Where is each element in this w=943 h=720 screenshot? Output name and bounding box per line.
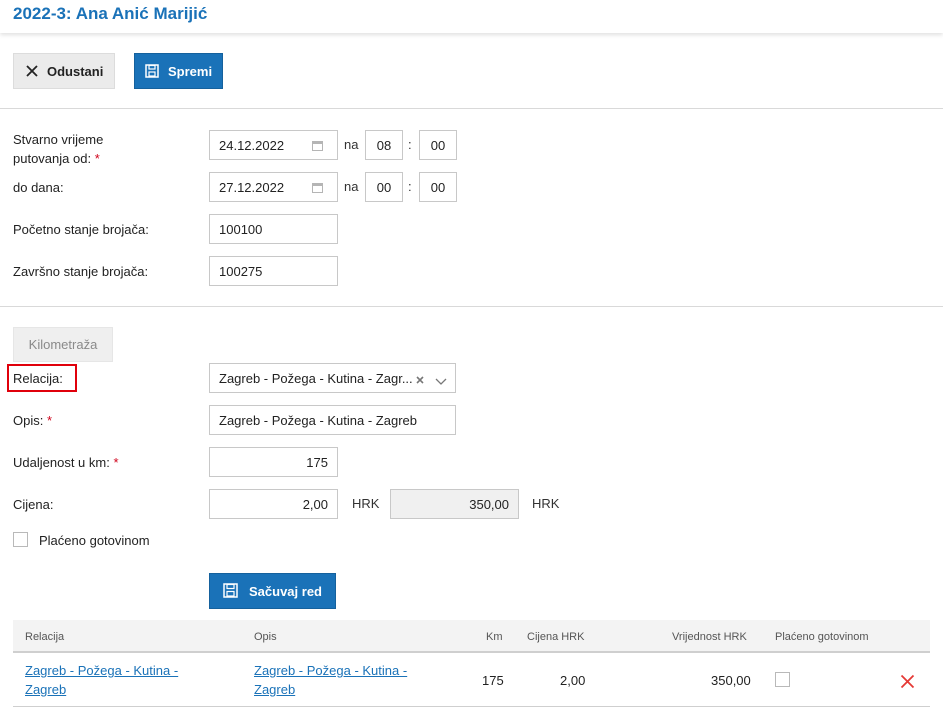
price-label: Cijena:: [13, 497, 54, 512]
cancel-button-label: Odustani: [47, 63, 104, 79]
start-odometer-input[interactable]: 100100: [209, 214, 338, 244]
divider: [0, 306, 943, 307]
description-label-text: Opis:: [13, 413, 44, 428]
relation-link-line2[interactable]: Zagreb: [25, 682, 66, 697]
from-hour-value: 08: [376, 137, 392, 153]
travel-from-label: Stvarno vrijeme putovanja od: *: [13, 130, 103, 168]
close-icon: [24, 63, 40, 79]
description-label: Opis: *: [13, 411, 52, 430]
save-icon: [223, 583, 239, 599]
save-icon: [145, 63, 160, 79]
total-currency: HRK: [532, 496, 560, 511]
from-date-input[interactable]: 24.12.2022: [209, 130, 338, 160]
row-paid-cash-checkbox[interactable]: [775, 672, 790, 687]
to-minute-value: 00: [430, 179, 446, 195]
column-header-placeno: Plaćeno gotovinom: [775, 630, 869, 643]
time-colon: :: [408, 179, 412, 194]
paid-cash-label: Plaćeno gotovinom: [39, 533, 150, 548]
to-hour-value: 00: [376, 179, 392, 195]
end-odometer-value: 100275: [219, 263, 263, 279]
column-header-km: Km: [486, 630, 503, 643]
row-km: 175: [482, 673, 504, 688]
save-row-button[interactable]: Sačuvaj red: [209, 573, 336, 609]
relation-select[interactable]: Zagreb - Požega - Kutina - Zagr...: [209, 363, 456, 393]
paid-cash-checkbox[interactable]: [13, 532, 28, 547]
calendar-icon[interactable]: [312, 141, 323, 151]
from-minute-input[interactable]: 00: [419, 130, 457, 160]
price-value: 2,00: [302, 496, 328, 512]
end-odometer-label: Završno stanje brojača:: [13, 264, 149, 279]
required-mark: *: [46, 413, 53, 428]
save-button-label: Spremi: [168, 63, 213, 79]
distance-label-text: Udaljenost u km:: [13, 455, 110, 470]
page-header: 2022-3: Ana Anić Marijić: [0, 0, 943, 33]
chevron-down-icon[interactable]: [435, 374, 447, 385]
calendar-icon[interactable]: [312, 183, 323, 193]
from-minute-value: 00: [430, 137, 446, 153]
to-minute-input[interactable]: 00: [419, 172, 457, 202]
column-header-opis: Opis: [254, 630, 277, 643]
description-value: Zagreb - Požega - Kutina - Zagreb: [219, 412, 417, 428]
relation-label: Relacija:: [13, 371, 63, 386]
save-button[interactable]: Spremi: [134, 53, 223, 89]
price-input[interactable]: 2,00: [209, 489, 338, 519]
description-link-line2[interactable]: Zagreb: [254, 682, 295, 697]
to-hour-input[interactable]: 00: [365, 172, 403, 202]
start-odometer-value: 100100: [219, 221, 263, 237]
description-input[interactable]: Zagreb - Požega - Kutina - Zagreb: [209, 405, 456, 435]
to-date-input[interactable]: 27.12.2022: [209, 172, 338, 202]
relation-link-line1[interactable]: Zagreb - Požega - Kutina -: [25, 663, 178, 678]
description-link[interactable]: Zagreb - Požega - Kutina - Zagreb: [254, 661, 407, 699]
time-colon: :: [408, 137, 412, 152]
page-title: 2022-3: Ana Anić Marijić: [13, 4, 208, 23]
na-label: na: [344, 179, 359, 194]
relation-select-value: Zagreb - Požega - Kutina - Zagr...: [219, 370, 413, 386]
table-bottom-border: [13, 706, 930, 707]
price-currency: HRK: [352, 496, 380, 511]
na-label: na: [344, 137, 359, 152]
from-hour-input[interactable]: 08: [365, 130, 403, 160]
total-value-field: 350,00: [390, 489, 519, 519]
divider: [0, 108, 943, 109]
column-header-vrijednost: Vrijednost HRK: [672, 630, 747, 643]
column-header-cijena: Cijena HRK: [527, 630, 585, 643]
travel-from-label-line2: putovanja od:: [13, 151, 92, 166]
cancel-button[interactable]: Odustani: [13, 53, 115, 89]
save-row-button-label: Sačuvaj red: [249, 583, 322, 599]
start-odometer-label: Početno stanje brojača:: [13, 222, 149, 237]
required-mark: *: [113, 455, 119, 470]
travel-to-label: do dana:: [13, 180, 64, 195]
required-mark: *: [94, 151, 100, 166]
to-date-value: 27.12.2022: [219, 179, 285, 195]
end-odometer-input[interactable]: 100275: [209, 256, 338, 286]
row-value: 350,00: [711, 673, 751, 688]
column-header-relacija: Relacija: [25, 630, 65, 643]
from-date-value: 24.12.2022: [219, 137, 285, 153]
clear-icon[interactable]: [415, 373, 425, 384]
distance-input[interactable]: 175: [209, 447, 338, 477]
travel-from-label-line1: Stvarno vrijeme: [13, 132, 104, 147]
tab-kilometraza[interactable]: Kilometraža: [13, 327, 113, 362]
relation-link[interactable]: Zagreb - Požega - Kutina - Zagreb: [25, 661, 178, 699]
row-price: 2,00: [560, 673, 586, 688]
description-link-line1[interactable]: Zagreb - Požega - Kutina -: [254, 663, 407, 678]
distance-label: Udaljenost u km: *: [13, 453, 119, 472]
delete-icon[interactable]: [900, 674, 915, 689]
distance-value: 175: [306, 454, 328, 470]
total-value: 350,00: [469, 496, 509, 512]
